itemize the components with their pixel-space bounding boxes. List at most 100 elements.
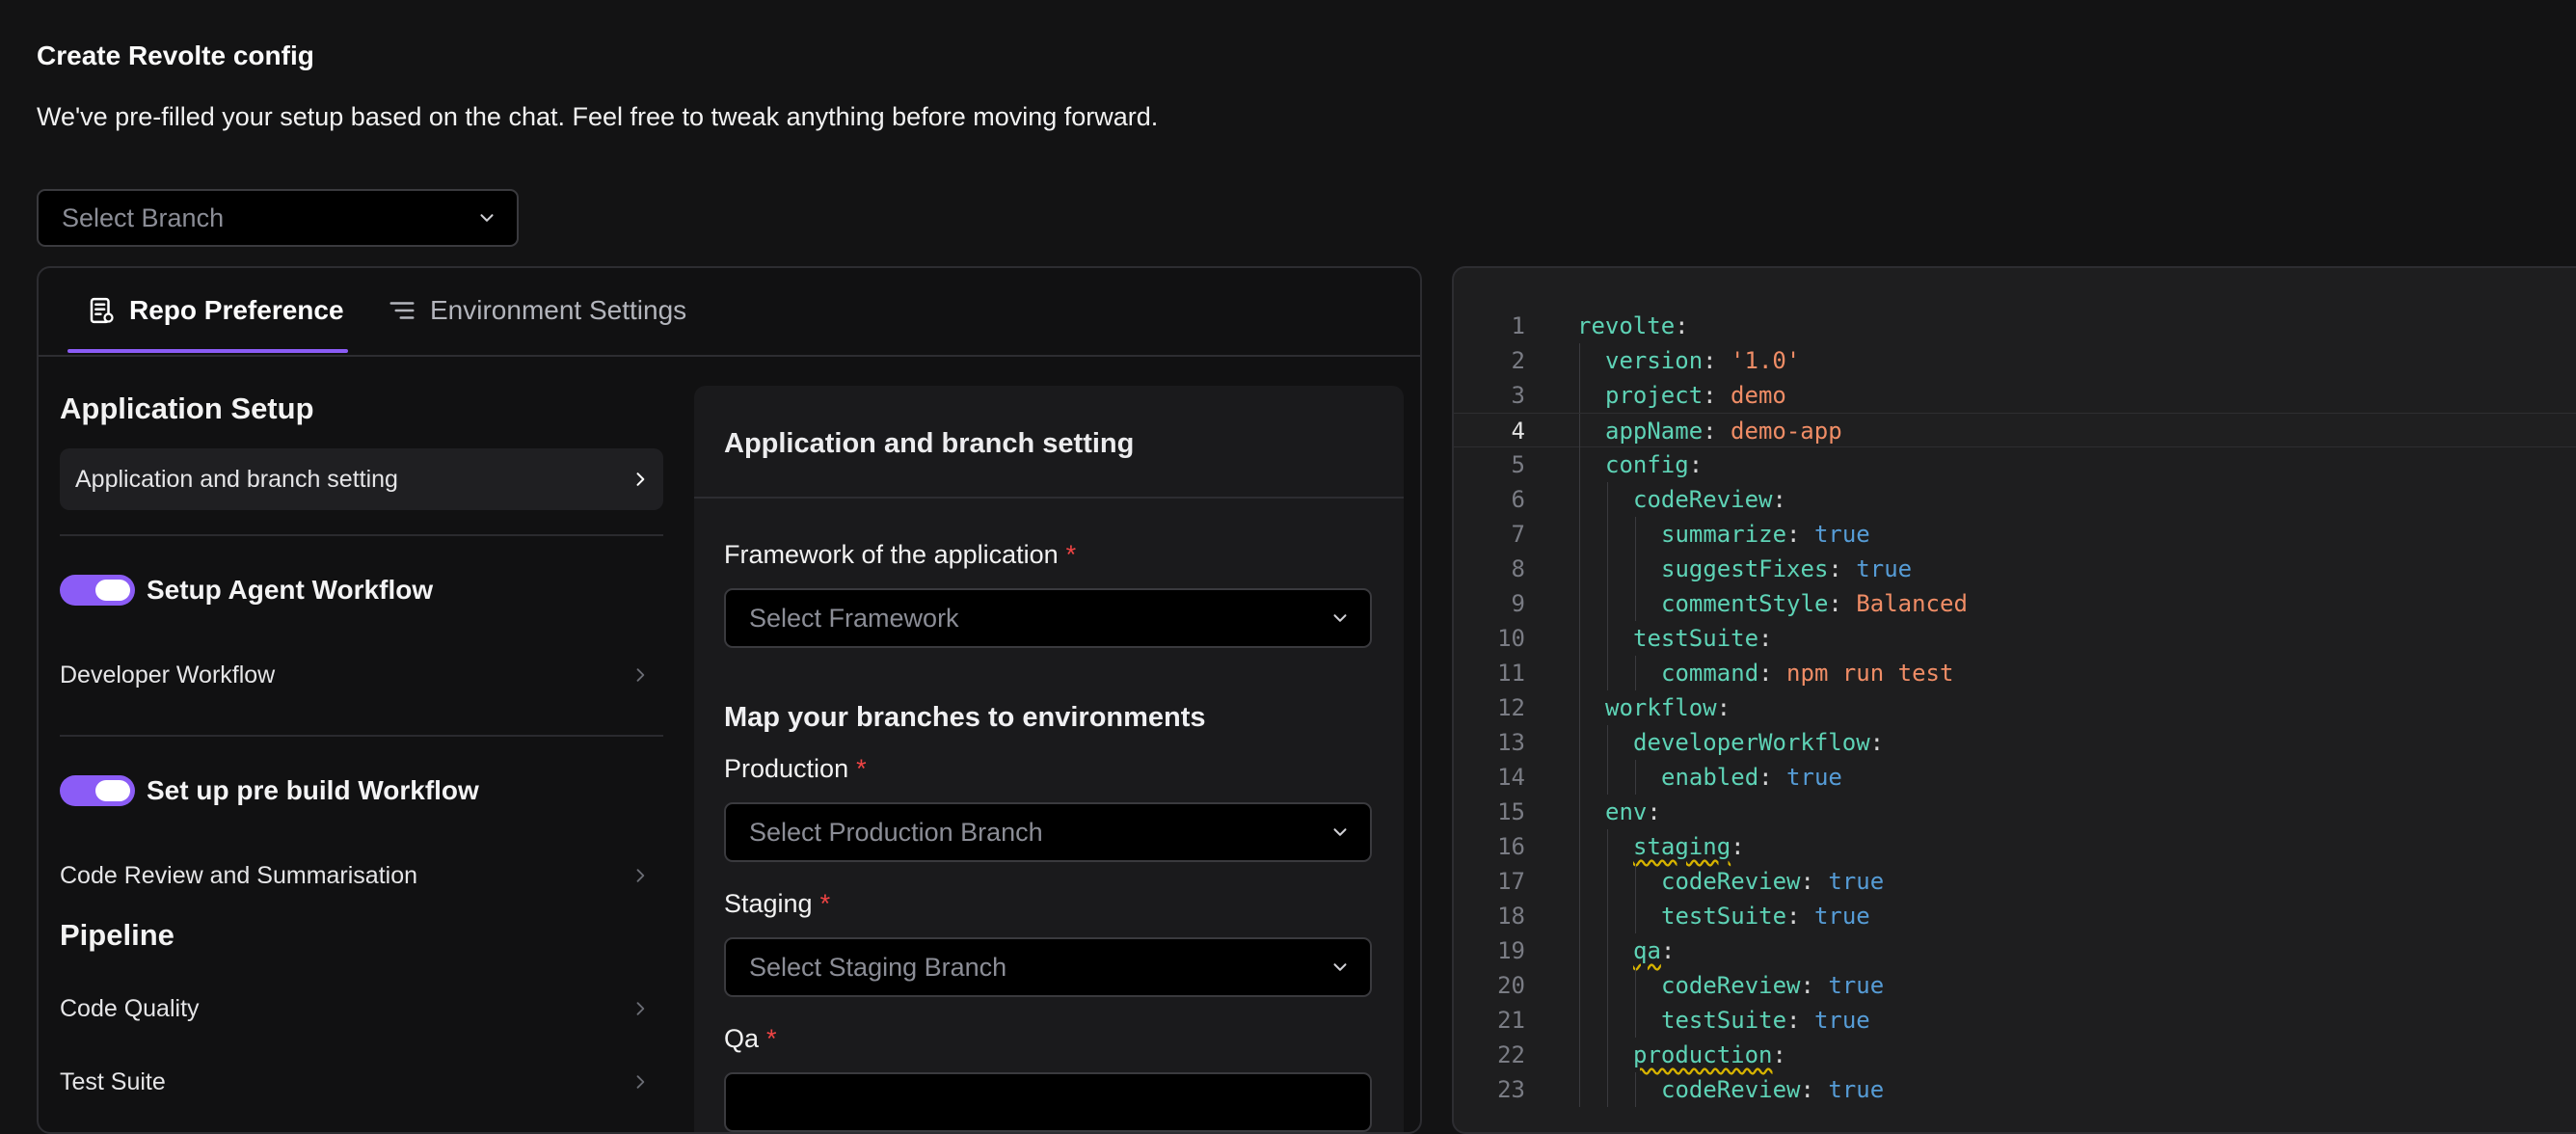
- sidebar-item-application-branch[interactable]: Application and branch setting: [60, 448, 663, 510]
- yaml-key: testSuite: [1661, 1007, 1787, 1034]
- code-text: appName: demo-app: [1605, 414, 1842, 448]
- setup-sidebar: Application Setup Application and branch…: [39, 355, 694, 1126]
- chevron-down-icon: [1333, 963, 1347, 971]
- indent-guide: [1579, 968, 1580, 1003]
- line-number: 1: [1511, 312, 1525, 339]
- branch-select[interactable]: Select Branch: [37, 189, 519, 247]
- line-number: 2: [1511, 347, 1525, 374]
- indent-guide: [1635, 864, 1636, 899]
- form-header: Application and branch setting: [694, 386, 1404, 499]
- chevron-right-icon: [636, 668, 645, 682]
- yaml-colon: :: [1786, 903, 1801, 930]
- framework-select[interactable]: Select Framework: [724, 588, 1372, 648]
- code-line: 18 testSuite: true: [1454, 899, 2576, 933]
- yaml-code: 1 revolte: 2 version: '1.0' 3 project: demo 4 a…: [1454, 309, 2576, 1107]
- sidebar-item-developer-workflow[interactable]: Developer Workflow: [60, 644, 663, 706]
- yaml-colon: :: [1688, 451, 1704, 478]
- code-line: 9 commentStyle: Balanced: [1454, 586, 2576, 621]
- agent-workflow-toggle[interactable]: [60, 575, 135, 606]
- yaml-colon: :: [1869, 729, 1885, 756]
- yaml-colon: :: [1716, 694, 1731, 721]
- indent-guide: [1579, 933, 1580, 968]
- qa-branch-select[interactable]: [724, 1072, 1372, 1132]
- line-number: 14: [1497, 764, 1525, 791]
- chevron-right-icon: [636, 1075, 645, 1089]
- agent-workflow-toggle-label: Setup Agent Workflow: [147, 575, 434, 605]
- indent-guide: [1607, 968, 1608, 1003]
- prebuild-workflow-toggle[interactable]: [60, 775, 135, 806]
- code-text: env:: [1605, 795, 1661, 829]
- yaml-key: command: [1661, 660, 1759, 687]
- staging-branch-select[interactable]: Select Staging Branch: [724, 937, 1372, 997]
- yaml-colon: :: [1800, 1076, 1814, 1103]
- production-label: Production *: [724, 754, 867, 784]
- yaml-colon: :: [1786, 1007, 1801, 1034]
- yaml-key: production: [1633, 1041, 1773, 1068]
- indent-guide: [1579, 343, 1580, 378]
- line-number: 18: [1497, 903, 1525, 930]
- indent-guide: [1579, 899, 1580, 933]
- yaml-key: codeReview: [1633, 486, 1773, 513]
- line-number: 11: [1497, 660, 1525, 687]
- code-line: 7 summarize: true: [1454, 517, 2576, 552]
- form-title: Application and branch setting: [724, 428, 1135, 459]
- yaml-key: commentStyle: [1661, 590, 1829, 617]
- staging-label: Staging *: [724, 889, 830, 919]
- yaml-value: true: [1800, 521, 1870, 548]
- toggle-knob: [95, 580, 130, 601]
- code-line: 23 codeReview: true: [1454, 1072, 2576, 1107]
- chevron-right-icon: [636, 869, 645, 882]
- sidebar-item-label: Developer Workflow: [60, 661, 276, 688]
- code-text: qa:: [1633, 933, 1675, 968]
- indent-guide: [1635, 1072, 1636, 1107]
- sidebar-item-code-review[interactable]: Code Review and Summarisation: [60, 845, 663, 906]
- indent-guide: [1607, 552, 1608, 586]
- tab-repo-preference[interactable]: Repo Preference: [87, 295, 344, 326]
- yaml-key: version: [1605, 347, 1704, 374]
- indent-guide: [1607, 1003, 1608, 1038]
- required-mark: *: [856, 754, 867, 783]
- production-branch-select[interactable]: Select Production Branch: [724, 802, 1372, 862]
- sidebar-item-test-suite[interactable]: Test Suite: [60, 1051, 663, 1113]
- code-line: 4 appName: demo-app: [1454, 413, 2576, 448]
- yaml-value: '1.0': [1716, 347, 1801, 374]
- code-text: testSuite: true: [1661, 899, 1870, 933]
- indent-guide: [1579, 621, 1580, 656]
- divider: [60, 735, 663, 737]
- code-line: 13 developerWorkflow:: [1454, 725, 2576, 760]
- indent-guide: [1635, 586, 1636, 621]
- indent-guide: [1607, 656, 1608, 690]
- code-line: 8 suggestFixes: true: [1454, 552, 2576, 586]
- yaml-colon: :: [1660, 937, 1676, 964]
- yaml-value: true: [1800, 1007, 1870, 1034]
- indent-guide: [1579, 1003, 1580, 1038]
- prebuild-toggle-label: Set up pre build Workflow: [147, 775, 479, 805]
- toggle-knob: [95, 780, 130, 801]
- indent-guide: [1607, 517, 1608, 552]
- code-text: testSuite:: [1633, 621, 1773, 656]
- divider: [60, 534, 663, 536]
- sidebar-item-code-quality[interactable]: Code Quality: [60, 978, 663, 1040]
- yaml-value: true: [1813, 1076, 1885, 1103]
- indent-guide: [1635, 760, 1636, 795]
- code-text: summarize: true: [1661, 517, 1870, 552]
- yaml-value: demo-app: [1716, 418, 1842, 445]
- code-text: version: '1.0': [1605, 343, 1800, 378]
- application-setup-heading: Application Setup: [60, 392, 314, 425]
- yaml-colon: :: [1731, 833, 1745, 860]
- line-number: 23: [1497, 1076, 1525, 1103]
- yaml-editor[interactable]: 1 revolte: 2 version: '1.0' 3 project: demo 4 a…: [1452, 266, 2576, 1134]
- indent-guide: [1579, 864, 1580, 899]
- indent-guide: [1579, 586, 1580, 621]
- staging-label-text: Staging: [724, 889, 813, 918]
- yaml-colon: :: [1828, 590, 1842, 617]
- chevron-down-icon: [1333, 828, 1347, 836]
- tab-repo-preference-label: Repo Preference: [129, 295, 344, 325]
- code-text: codeReview:: [1633, 482, 1786, 517]
- tab-environment-settings[interactable]: Environment Settings: [388, 295, 686, 326]
- qa-label: Qa *: [724, 1024, 777, 1054]
- code-text: testSuite: true: [1661, 1003, 1870, 1038]
- code-line: 19 qa:: [1454, 933, 2576, 968]
- code-line: 5 config:: [1454, 447, 2576, 482]
- code-line: 14 enabled: true: [1454, 760, 2576, 795]
